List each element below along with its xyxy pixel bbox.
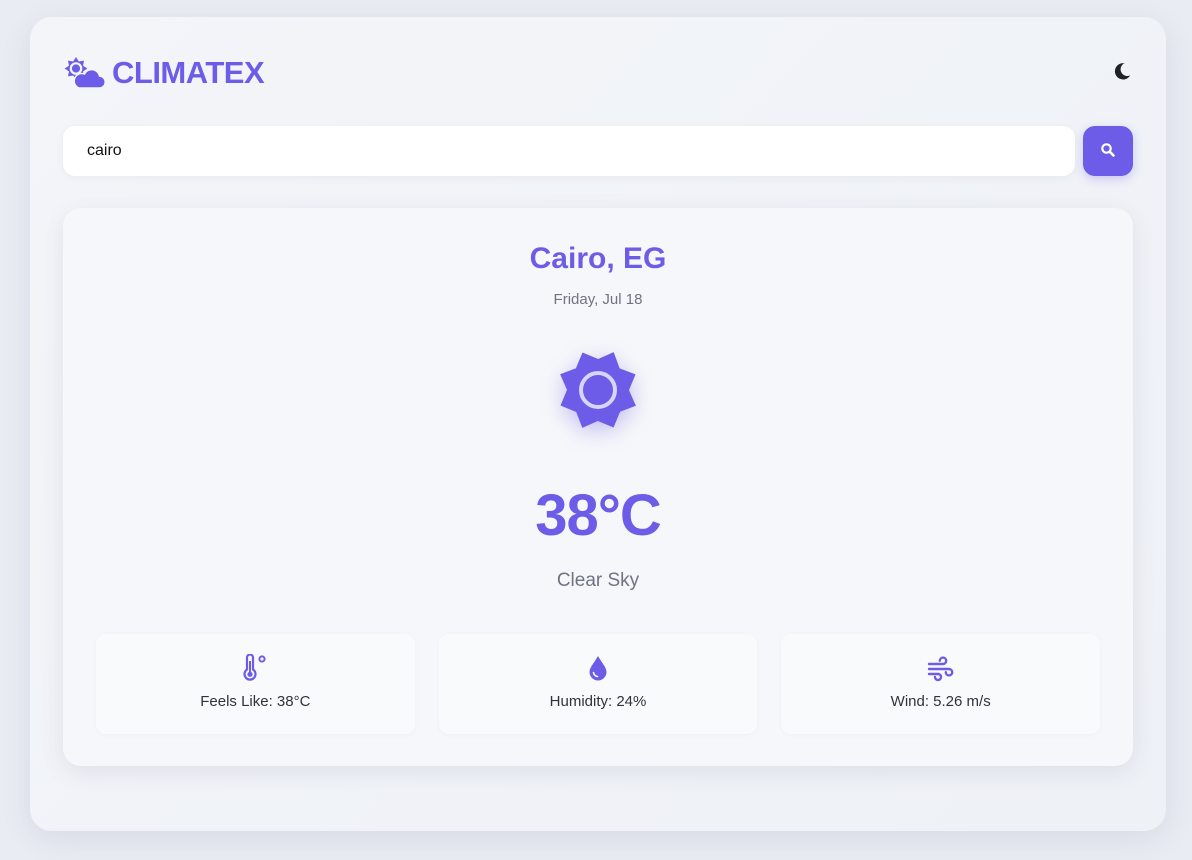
search-icon xyxy=(1100,142,1116,161)
sun-behind-cloud-icon xyxy=(62,55,106,91)
app-card: CLIMATEX Cairo, EG Friday, Jul 18 xyxy=(30,17,1166,831)
moon-icon xyxy=(1112,61,1132,86)
humidity-label: Humidity: 24% xyxy=(549,693,647,710)
water-drop-icon xyxy=(584,654,612,682)
search-button[interactable] xyxy=(1083,126,1133,176)
wind-label: Wind: 5.26 m/s xyxy=(890,693,991,710)
weather-card: Cairo, EG Friday, Jul 18 38°C Clear Sky xyxy=(63,208,1133,766)
feels-like-label: Feels Like: 38°C xyxy=(200,693,311,710)
wind-icon xyxy=(927,654,955,682)
stats-row: Feels Like: 38°C Humidity: 24% Wind: 5.2… xyxy=(96,634,1101,734)
temperature-value: 38°C xyxy=(535,483,662,548)
header: CLIMATEX xyxy=(62,53,1134,93)
search-bar xyxy=(63,126,1133,176)
city-name: Cairo, EG xyxy=(529,242,667,275)
feels-like-card: Feels Like: 38°C xyxy=(96,634,415,734)
wind-card: Wind: 5.26 m/s xyxy=(781,634,1101,734)
theme-toggle-button[interactable] xyxy=(1108,59,1136,87)
brand: CLIMATEX xyxy=(62,55,265,91)
weather-condition: Clear Sky xyxy=(556,570,640,591)
thermometer-icon xyxy=(241,654,269,682)
sun-icon xyxy=(557,349,639,431)
brand-name: CLIMATEX xyxy=(112,55,265,90)
date-label: Friday, Jul 18 xyxy=(553,291,643,308)
humidity-card: Humidity: 24% xyxy=(438,634,758,734)
search-input[interactable] xyxy=(63,126,1075,176)
